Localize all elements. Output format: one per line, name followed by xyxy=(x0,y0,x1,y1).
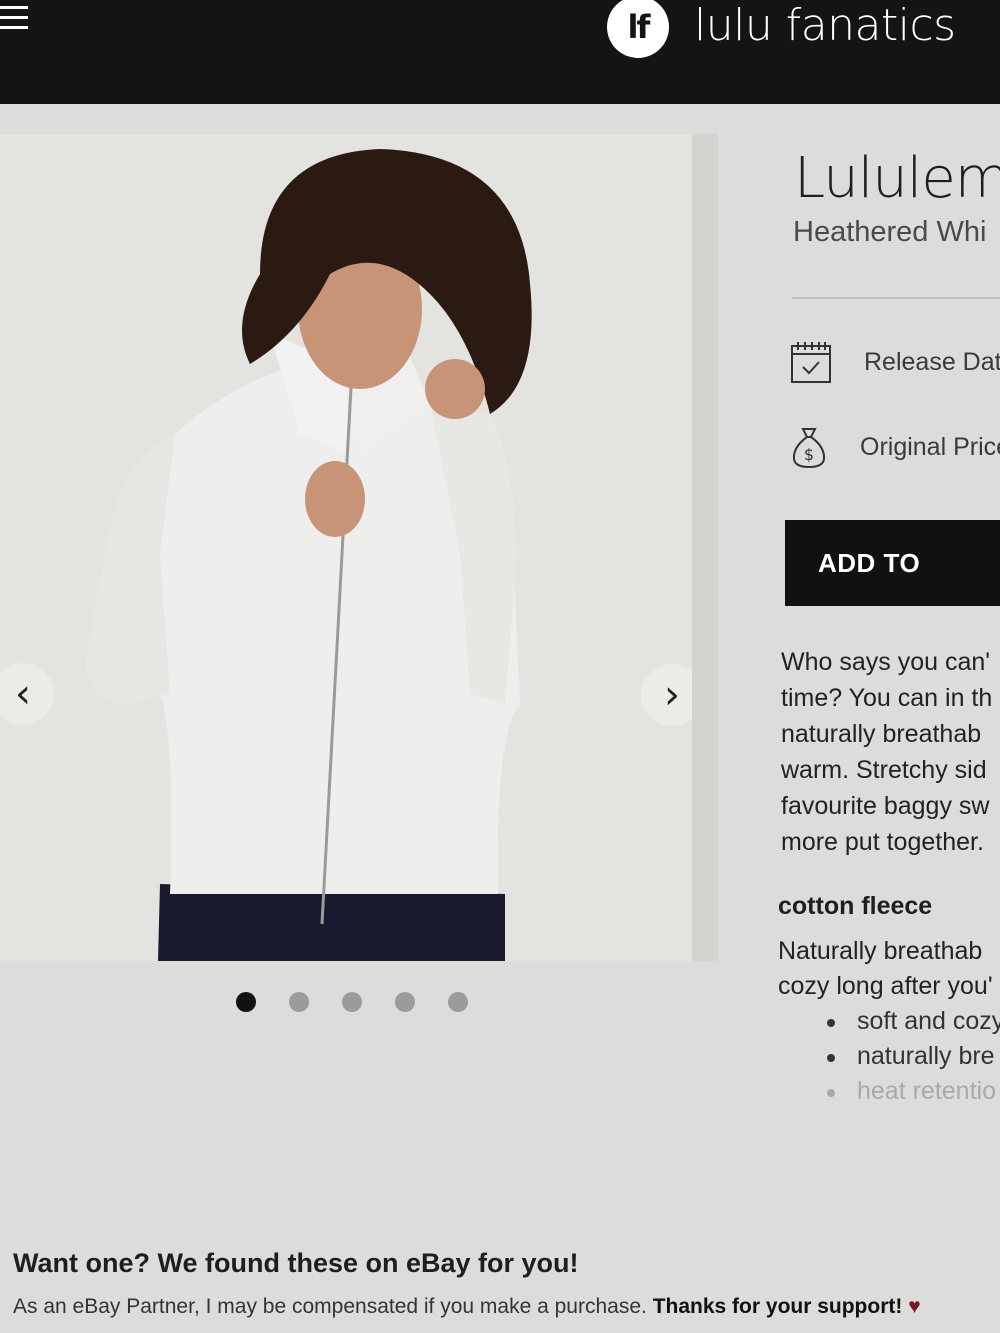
product-description: Who says you can' time? You can in th na… xyxy=(781,644,1000,860)
description-line: Who says you can' xyxy=(781,648,991,676)
gallery-dot-3[interactable] xyxy=(342,992,362,1012)
add-to-button[interactable]: ADD TO xyxy=(785,520,1000,606)
description-line: more put together. xyxy=(781,828,984,856)
gallery-dot-4[interactable] xyxy=(395,992,415,1012)
ebay-disclosure: As an eBay Partner, I may be compensated… xyxy=(13,1295,921,1319)
fabric-line: cozy long after you' xyxy=(778,972,993,1000)
original-price-row: $ Original Price xyxy=(790,425,1000,469)
ebay-section-title: Want one? We found these on eBay for you… xyxy=(13,1248,579,1278)
ebay-disclosure-text: As an eBay Partner, I may be compensated… xyxy=(13,1295,647,1318)
heart-icon: ♥ xyxy=(908,1295,921,1318)
fabric-description: Naturally breathab cozy long after you' xyxy=(778,934,993,1004)
description-line: warm. Stretchy sid xyxy=(781,756,987,784)
release-date-label: Release Date xyxy=(864,347,1000,376)
product-colorway: Heathered Whi xyxy=(793,216,987,248)
product-gallery: ‹ › xyxy=(0,134,718,961)
gallery-dot-5[interactable] xyxy=(448,992,468,1012)
release-date-row: Release Date xyxy=(790,340,1000,384)
gallery-pagination xyxy=(236,992,468,1012)
description-line: naturally breathab xyxy=(781,720,982,748)
brand-name[interactable]: lulu fanatics xyxy=(694,0,956,51)
product-photo xyxy=(0,134,718,961)
original-price-label: Original Price xyxy=(860,432,1000,461)
svg-text:$: $ xyxy=(804,445,814,464)
gallery-edge xyxy=(692,134,718,961)
divider xyxy=(792,297,1000,299)
gallery-dot-1[interactable] xyxy=(236,992,256,1012)
product-title: Lululem xyxy=(794,146,1000,211)
ebay-thanks: Thanks for your support! xyxy=(652,1295,903,1318)
description-line: favourite baggy sw xyxy=(781,792,990,820)
fabric-title: cotton fleece xyxy=(778,892,933,920)
feature-item: heat retentio xyxy=(820,1074,1000,1109)
fabric-line: Naturally breathab xyxy=(778,937,983,965)
feature-item: naturally bre xyxy=(820,1039,1000,1074)
money-bag-icon: $ xyxy=(792,428,826,469)
feature-item: soft and cozy xyxy=(820,1004,1000,1039)
site-logo[interactable]: lf xyxy=(607,0,669,58)
description-line: time? You can in th xyxy=(781,684,993,712)
menu-icon[interactable] xyxy=(0,6,30,34)
feature-list: soft and cozy naturally bre heat retenti… xyxy=(820,1004,1000,1109)
gallery-dot-2[interactable] xyxy=(289,992,309,1012)
calendar-check-icon xyxy=(791,342,831,383)
site-header: lf lulu fanatics xyxy=(0,0,1000,104)
